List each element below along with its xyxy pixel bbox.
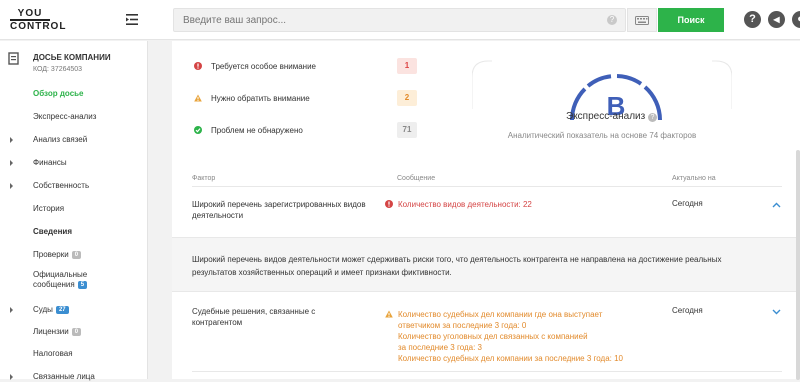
search-box: ? — [173, 8, 626, 32]
expand-arrow-icon — [10, 374, 13, 380]
logo-line2: CONTROL — [10, 19, 67, 32]
help-icon[interactable]: ? — [744, 11, 761, 28]
sidebar-item-label: Финансы — [33, 158, 67, 167]
stat-label: Проблем не обнаружено — [211, 126, 303, 135]
sidebar-item-label: Официальные сообщения 5 — [33, 270, 88, 289]
row-factor: Судебные решения, связанные с контрагент… — [192, 307, 316, 327]
stat-label: Требуется особое внимание — [211, 62, 316, 71]
count-badge: 5 — [77, 281, 88, 289]
logo[interactable]: YOU CONTROL — [10, 8, 67, 32]
main-content: Требуется особое внимание 1 Нужно обрати… — [172, 41, 800, 379]
sidebar-item-label: Сведения — [33, 227, 72, 236]
sidebar-item-label: Проверки 0 — [33, 250, 82, 260]
search-input[interactable] — [174, 9, 594, 31]
stat-count-critical: 1 — [397, 58, 417, 74]
keyboard-icon — [635, 16, 649, 25]
stat-label: Нужно обратить внимание — [211, 94, 310, 103]
sidebar-item-label: Экспресс-анализ — [33, 112, 97, 121]
scrollbar[interactable] — [796, 150, 800, 380]
sidebar-item-label: Суды 27 — [33, 305, 69, 315]
column-message: Сообщение — [397, 175, 436, 182]
dossier-icon — [8, 52, 19, 65]
row-explanation: Широкий перечень видов деятельности може… — [172, 237, 800, 292]
stat-count-warning: 2 — [397, 90, 417, 106]
search-help-icon[interactable]: ? — [607, 15, 617, 25]
explanation-text: Широкий перечень видов деятельности може… — [192, 255, 722, 277]
column-factor: Фактор — [192, 175, 216, 182]
sidebar-item-label: Обзор досье — [33, 89, 84, 98]
warning-icon — [194, 94, 202, 102]
count-badge: 0 — [71, 251, 82, 259]
stat-count-ok: 71 — [397, 122, 417, 138]
top-bar: YOU CONTROL ? Поиск ? ◀ ● — [0, 0, 800, 40]
check-circle-icon — [194, 126, 202, 134]
row-actual: Сегодня — [672, 306, 703, 315]
sidebar-item-label: Лицензии 0 — [33, 327, 82, 337]
warning-icon — [385, 310, 393, 318]
sidebar-item-label: Анализ связей — [33, 135, 88, 144]
divider — [192, 371, 782, 372]
gauge-frame-left — [472, 60, 492, 109]
logo-line1: YOU — [17, 8, 43, 19]
gauge-frame-right — [712, 60, 732, 109]
row-actual: Сегодня — [672, 199, 703, 208]
help-icon[interactable]: ? — [647, 113, 657, 122]
menu-toggle-icon[interactable] — [126, 14, 138, 25]
dossier-title: ДОСЬЕ КОМПАНИИ — [33, 53, 111, 62]
row-factor: Широкий перечень зарегистрированных видо… — [192, 200, 366, 220]
search-button[interactable]: Поиск — [658, 8, 724, 32]
count-badge: 0 — [71, 328, 82, 336]
sidebar-item-label: Налоговая — [33, 349, 73, 358]
expand-arrow-icon — [10, 307, 13, 313]
express-analysis-title: Экспресс-анализ ? — [566, 111, 657, 122]
telegram-icon[interactable]: ◀ — [768, 11, 785, 28]
sidebar-item-label: Связанные лица — [33, 372, 95, 381]
divider — [192, 186, 782, 187]
chevron-up-icon[interactable] — [772, 202, 781, 208]
chevron-down-icon[interactable] — [772, 309, 781, 315]
alert-red-icon — [385, 200, 393, 208]
column-actual: Актуально на — [672, 175, 716, 182]
company-code: КОД: 37264503 — [33, 66, 83, 73]
expand-arrow-icon — [10, 160, 13, 166]
sidebar-item-label: Собственность — [33, 181, 90, 190]
alert-red-icon — [194, 62, 202, 70]
user-icon[interactable]: ● — [792, 11, 800, 28]
sidebar-item-label: История — [33, 204, 65, 213]
expand-arrow-icon — [10, 137, 13, 143]
gauge-subtitle: Аналитический показатель на основе 74 фа… — [507, 131, 697, 140]
keyboard-button[interactable] — [627, 8, 657, 32]
sidebar: ДОСЬЕ КОМПАНИИ КОД: 37264503 Обзор досье… — [0, 41, 148, 381]
expand-arrow-icon — [10, 183, 13, 189]
count-badge: 27 — [55, 306, 69, 314]
